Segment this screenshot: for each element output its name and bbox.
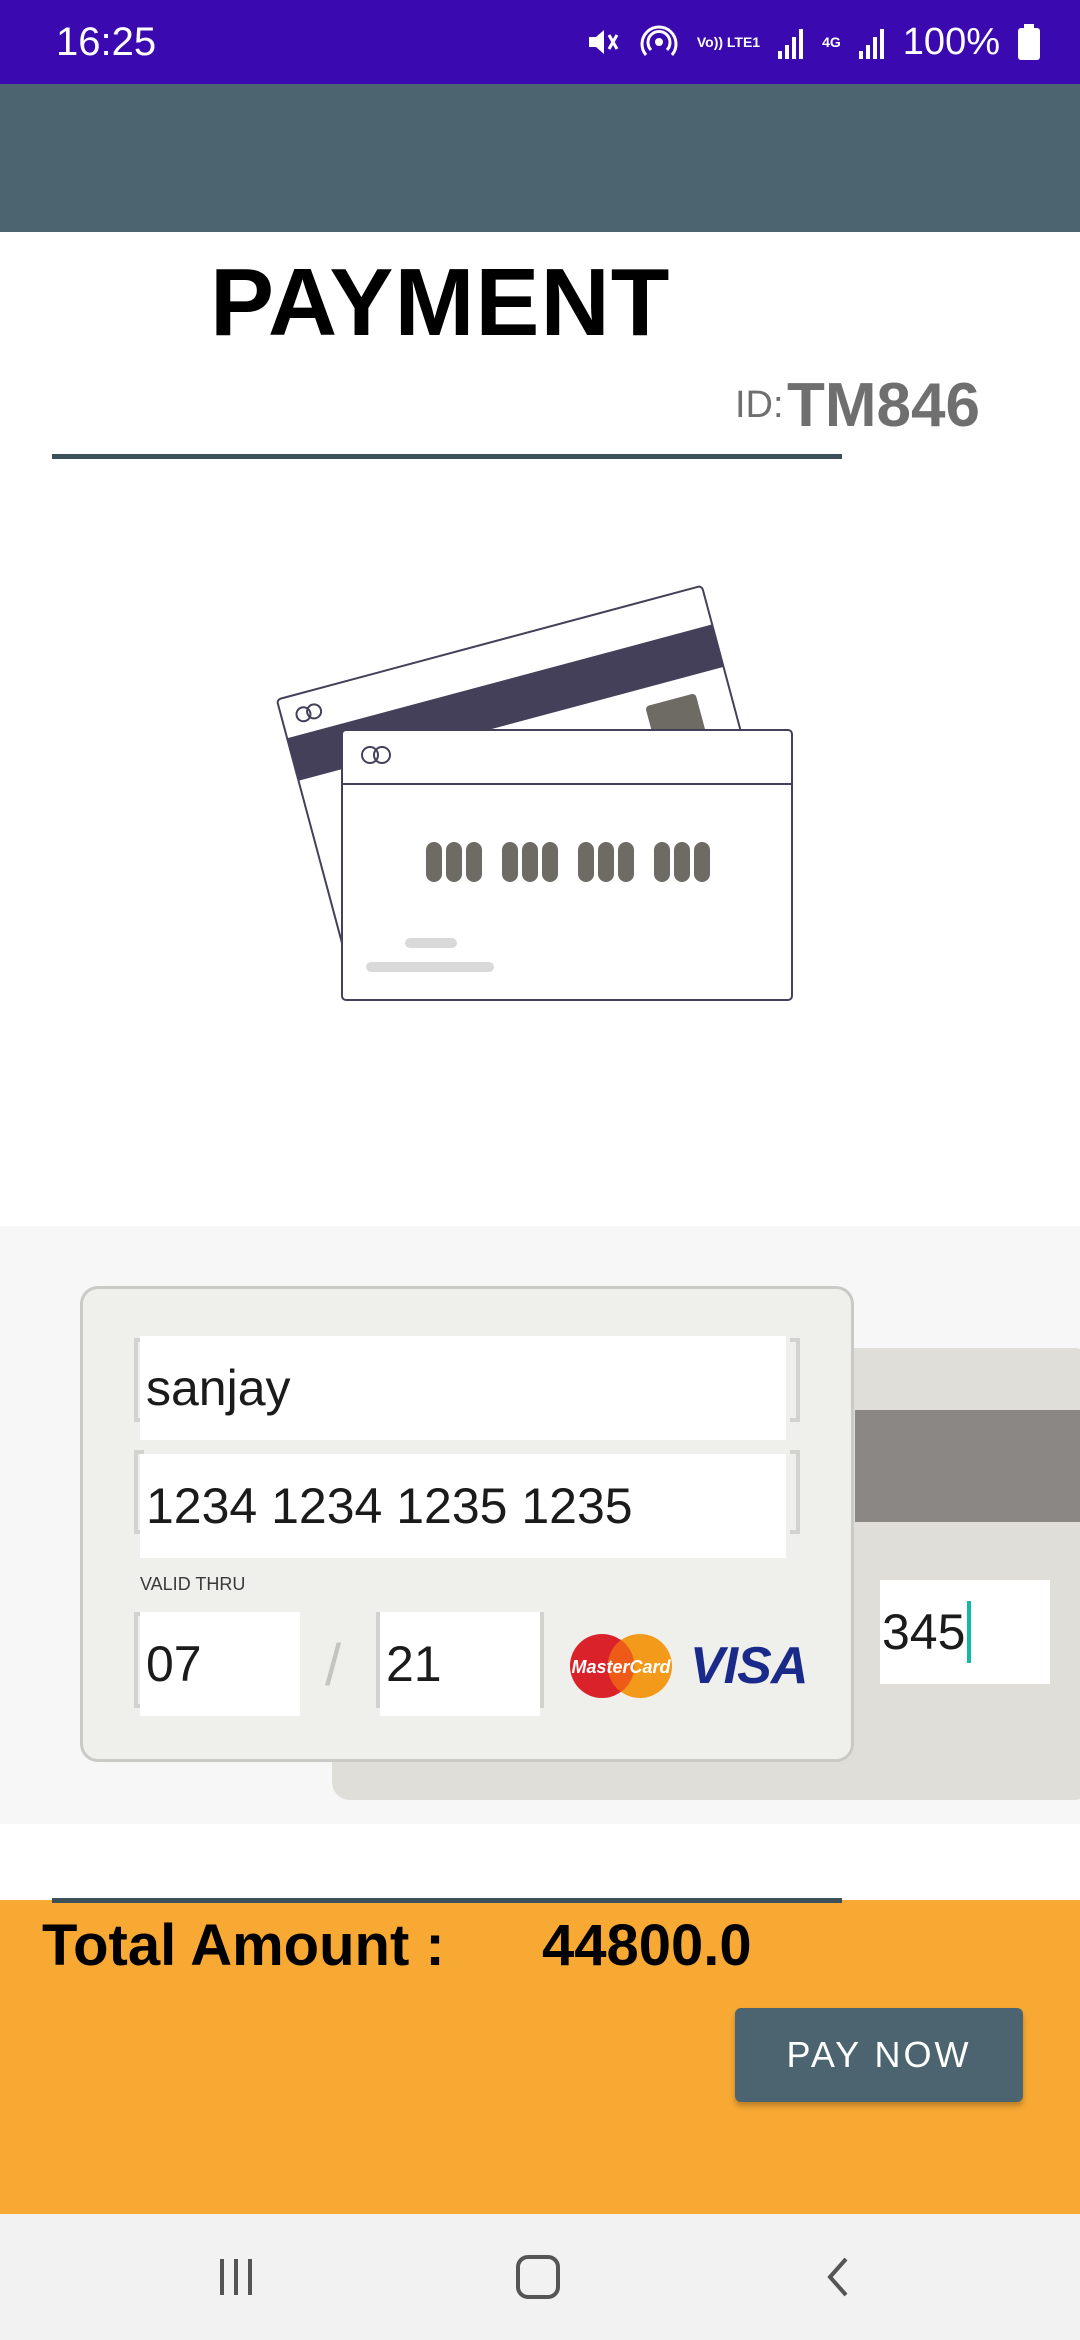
status-time: 16:25 [56,20,157,64]
4g-signal-icon: 4G [822,34,841,50]
cvv-input[interactable]: 345 [880,1580,1050,1684]
payment-screen: 16:25 Vo)) LTE1 4G 100% PAYMENT ID: TM84… [0,0,1080,2340]
home-button[interactable] [468,2214,608,2340]
pay-now-button[interactable]: PAY NOW [735,2008,1023,2102]
cvv-value: 345 [882,1604,966,1660]
status-bar: 16:25 Vo)) LTE1 4G 100% [0,0,1080,84]
text-cursor [967,1601,972,1663]
expiry-month-input[interactable]: 07 [140,1612,300,1716]
front-card-illustration [341,729,793,1001]
expiry-separator: / [325,1633,342,1698]
mastercard-text: MasterCard [571,1657,671,1677]
title-divider [52,454,842,459]
hotspot-icon [639,22,679,62]
signal-icon [778,25,804,59]
signal-icon-2 [858,25,885,59]
home-icon [516,2255,560,2299]
expiry-year-input[interactable]: 21 [380,1612,540,1716]
mastercard-logo: MasterCard [566,1632,676,1700]
status-icons: Vo)) LTE1 4G 100% [583,16,1040,68]
mute-icon [583,23,621,61]
total-divider [52,1898,842,1903]
back-icon [827,2257,848,2297]
name-field-bracket-right [790,1338,800,1422]
transaction-id-value: TM846 [787,371,980,440]
credit-cards-illustration [270,520,810,1010]
battery-icon [1018,24,1040,60]
recent-apps-button[interactable] [166,2214,306,2340]
navigation-bar [0,2214,1080,2340]
valid-thru-label: VALID THRU [140,1574,246,1594]
volte-icon: Vo)) LTE1 [696,34,761,50]
total-amount-value: 44800.0 [542,1913,752,1978]
app-bar [0,84,1080,232]
number-field-bracket-right [790,1450,800,1534]
card-magnetic-stripe [855,1410,1080,1522]
back-button[interactable] [770,2214,910,2340]
card-number-input[interactable]: 1234 1234 1235 1235 [140,1454,786,1558]
cardholder-name-input[interactable]: sanjay [140,1336,786,1440]
page-title: PAYMENT [210,249,671,356]
recent-apps-icon [220,2259,252,2295]
total-amount-label: Total Amount : [42,1913,445,1978]
visa-logo: VISA [690,1637,808,1695]
transaction-id-label: ID: [735,384,784,426]
battery-percent: 100% [902,20,1000,63]
